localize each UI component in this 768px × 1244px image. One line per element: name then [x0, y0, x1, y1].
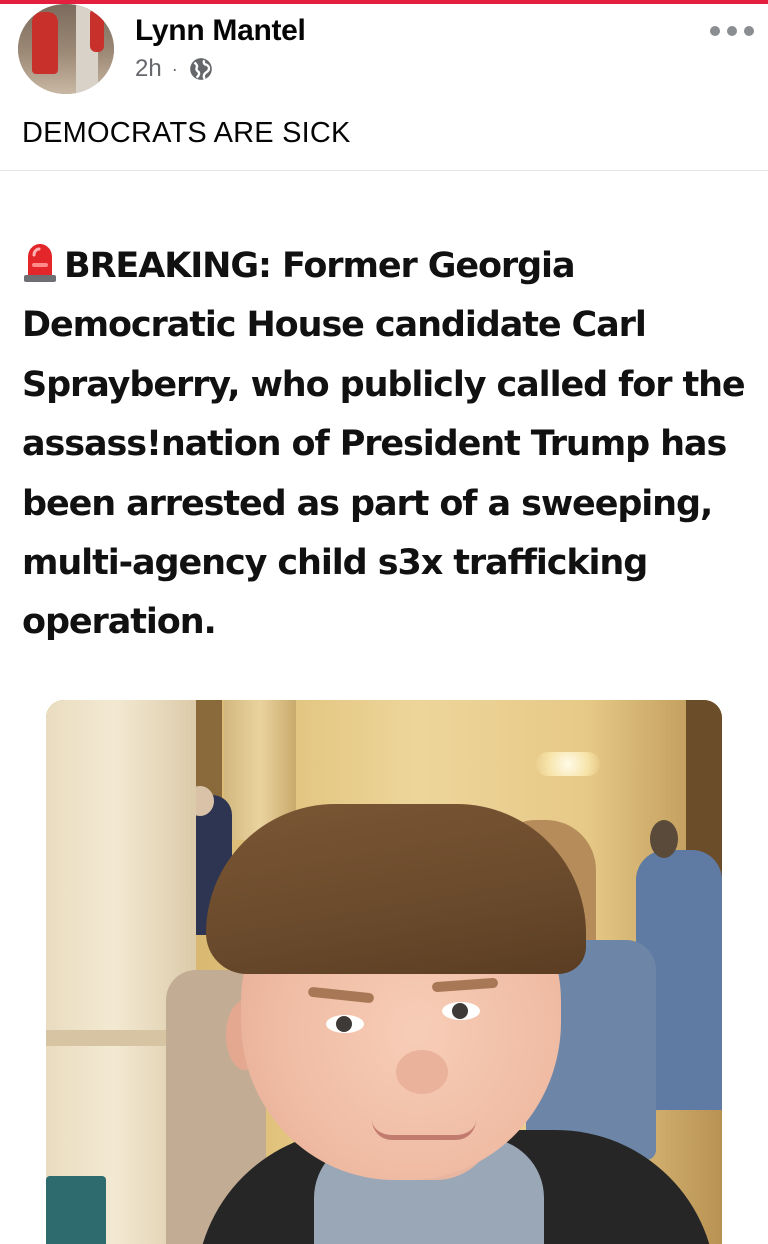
more-dot [727, 26, 737, 36]
avatar-reflection [90, 8, 104, 52]
headline-text: BREAKING: Former Georgia Democratic Hous… [22, 246, 746, 643]
photo-iris [336, 1016, 352, 1032]
avatar-figure [32, 12, 58, 74]
more-options-icon[interactable] [710, 24, 754, 38]
news-photo[interactable] [46, 700, 722, 1244]
photo-iris [452, 1003, 468, 1019]
avatar[interactable] [18, 4, 114, 94]
photo-nose [396, 1050, 448, 1094]
divider [0, 170, 768, 171]
post-header: Lynn Mantel 2h · [0, 4, 768, 104]
post-meta: 2h · [135, 54, 214, 84]
photo-hair [206, 804, 586, 974]
more-dot [710, 26, 720, 36]
photo-trash-bin [46, 1176, 106, 1244]
post-timestamp[interactable]: 2h [135, 55, 162, 83]
more-dot [744, 26, 754, 36]
author-name[interactable]: Lynn Mantel [135, 14, 306, 48]
police-siren-icon [24, 244, 56, 282]
photo-bystander-head [650, 820, 678, 858]
globe-icon[interactable] [188, 56, 214, 82]
meta-separator: · [171, 58, 178, 79]
photo-mouth [372, 1120, 476, 1140]
photo-lamp [536, 752, 600, 776]
shared-headline: BREAKING: Former Georgia Democratic Hous… [22, 237, 762, 653]
post-caption: DEMOCRATS ARE SICK [22, 117, 351, 149]
